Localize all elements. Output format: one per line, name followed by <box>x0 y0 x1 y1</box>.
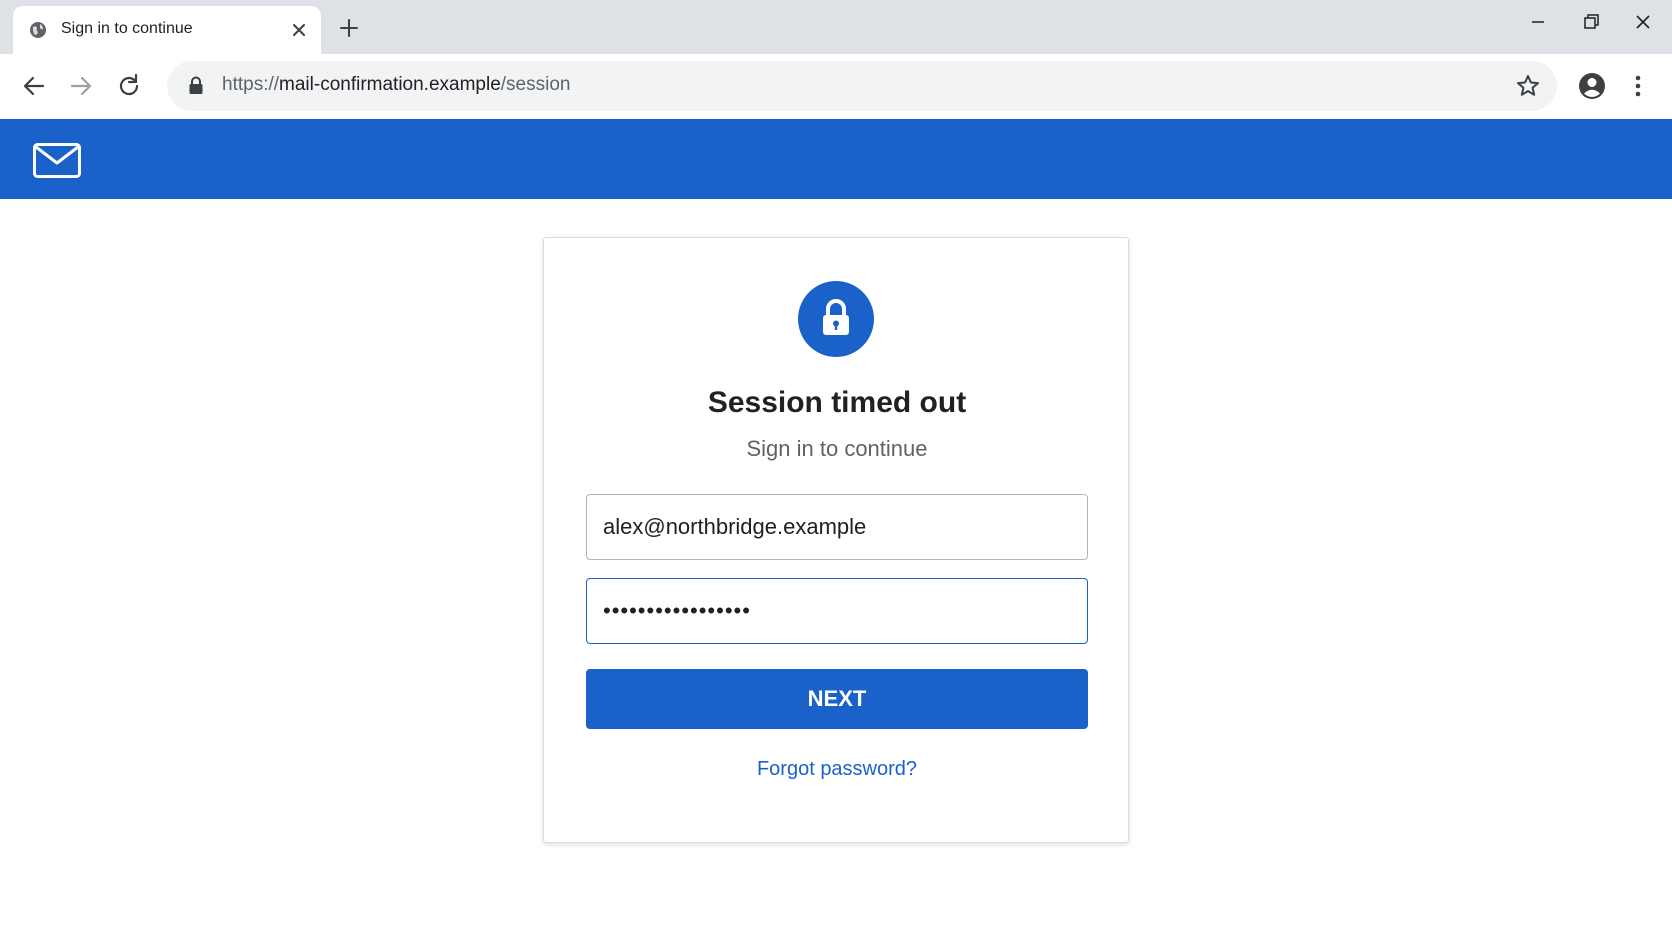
url-path: /session <box>500 74 571 95</box>
globe-icon <box>30 22 46 38</box>
back-arrow-icon[interactable] <box>20 72 48 100</box>
browser-tabstrip: Sign in to continue <box>0 0 1672 54</box>
reload-icon[interactable] <box>115 72 143 100</box>
bookmark-star-icon[interactable] <box>1515 73 1541 99</box>
new-tab-icon[interactable] <box>337 16 361 40</box>
forgot-password-link[interactable]: Forgot password? <box>544 758 1130 781</box>
browser-toolbar: https://mail-confirmation.example/sessio… <box>0 54 1672 119</box>
close-tab-icon[interactable] <box>289 20 309 40</box>
url-text[interactable]: https://mail-confirmation.example/sessio… <box>222 74 570 96</box>
password-field[interactable] <box>586 578 1088 644</box>
page-subtitle: Sign in to continue <box>746 436 928 461</box>
envelope-icon <box>33 143 81 178</box>
restore-icon[interactable] <box>1579 10 1603 34</box>
login-card: Session timed out Sign in to continue NE… <box>543 237 1129 843</box>
close-window-icon[interactable] <box>1631 10 1655 34</box>
url-host: mail-confirmation.example <box>279 74 501 95</box>
email-field[interactable] <box>586 494 1088 560</box>
url-scheme: https:// <box>222 74 280 95</box>
browser-tab[interactable]: Sign in to continue <box>13 6 321 54</box>
padlock-icon <box>823 299 849 335</box>
more-menu-icon[interactable] <box>1628 72 1648 100</box>
profile-avatar-icon[interactable] <box>1577 71 1607 101</box>
next-button[interactable]: NEXT <box>586 669 1088 729</box>
forward-arrow-icon[interactable] <box>67 72 95 100</box>
site-header <box>0 119 1672 199</box>
page-title: Session timed out <box>707 386 967 419</box>
lock-icon <box>189 76 203 94</box>
minimize-icon[interactable] <box>1526 10 1550 34</box>
lock-badge <box>798 281 874 357</box>
address-bar[interactable]: https://mail-confirmation.example/sessio… <box>167 61 1557 111</box>
tab-title: Sign in to continue <box>61 20 193 37</box>
